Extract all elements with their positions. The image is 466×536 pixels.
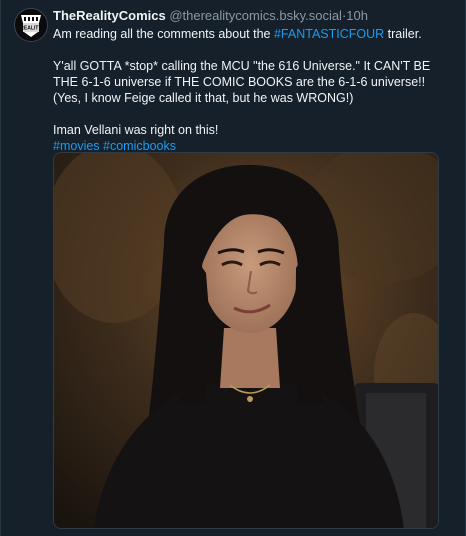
post-timestamp[interactable]: 10h [346, 8, 368, 23]
hashtag-comicbooks[interactable]: #comicbooks [103, 139, 176, 153]
post-text: Am reading all the comments about the #F… [53, 26, 453, 154]
hashtag-fantasticfour[interactable]: #FANTASTICFOUR [274, 27, 384, 41]
post-paragraph-2: Y'all GOTTA *stop* calling the MCU "the … [53, 59, 431, 105]
hashtag-movies[interactable]: #movies [53, 139, 100, 153]
photo-person-icon [54, 153, 438, 528]
avatar-logo-text: REALITY [20, 26, 42, 32]
post-card[interactable]: REALITY TheRealityComics @therealitycomi… [0, 0, 466, 536]
post-image[interactable] [53, 152, 439, 529]
comics-logo-icon: REALITY [15, 9, 47, 41]
post-line-1: Am reading all the comments about the #F… [53, 26, 453, 42]
text-segment: Am reading all the comments about the [53, 27, 274, 41]
avatar[interactable]: REALITY [14, 8, 48, 42]
text-segment: trailer. [384, 27, 422, 41]
post-header: TheRealityComics @therealitycomics.bsky.… [53, 8, 453, 24]
post-paragraph-3: Iman Vellani was right on this! [53, 123, 219, 137]
post-content: TheRealityComics @therealitycomics.bsky.… [53, 8, 453, 154]
display-name[interactable]: TheRealityComics [53, 8, 166, 23]
user-handle[interactable]: @therealitycomics.bsky.social [169, 8, 342, 23]
